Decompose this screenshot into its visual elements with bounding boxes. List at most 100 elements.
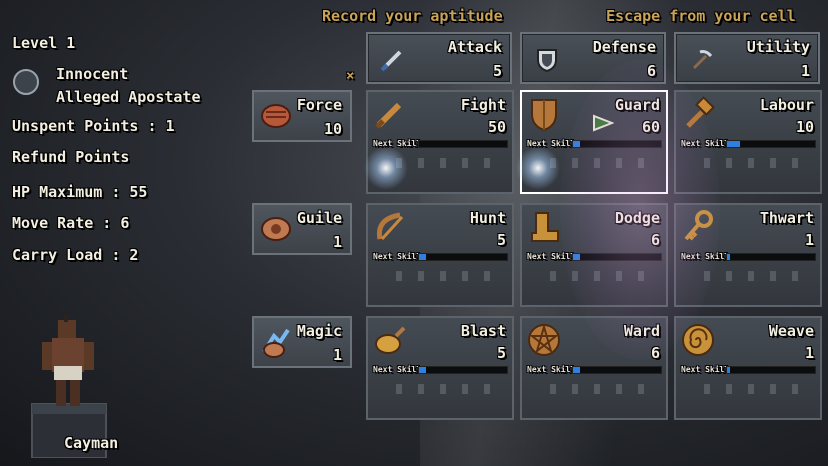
attribute-guile[interactable]: Guile 1	[252, 203, 352, 255]
level-label: Level 1	[12, 34, 76, 52]
attribute-label: Magic	[296, 322, 342, 340]
boot-icon	[526, 209, 560, 243]
next-skill-progress-bar	[726, 366, 816, 374]
progress-fill	[727, 254, 730, 260]
next-skill-label: Next Skill	[527, 365, 576, 374]
skill-fight[interactable]: Fight 50 Next Skill	[366, 90, 514, 194]
sword-icon	[376, 42, 410, 76]
pentagram-icon	[526, 322, 560, 356]
slot-studs	[694, 271, 806, 281]
category-value: 1	[800, 62, 810, 80]
progress-fill	[573, 141, 581, 147]
skill-value: 6	[650, 344, 660, 362]
skill-ward[interactable]: Ward 6 Next Skill	[520, 316, 668, 420]
category-utility[interactable]: Utility 1	[674, 32, 820, 84]
progress-fill	[573, 254, 581, 260]
skill-value: 5	[496, 344, 506, 362]
progress-fill	[419, 367, 427, 373]
skill-value: 1	[804, 344, 814, 362]
category-value: 5	[492, 62, 502, 80]
attribute-force[interactable]: Force 10	[252, 90, 352, 142]
next-skill-label: Next Skill	[681, 139, 730, 148]
hp-maximum: HP Maximum : 55	[12, 183, 148, 201]
progress-fill	[573, 367, 581, 373]
skill-value: 60	[641, 118, 660, 136]
progress-fill	[727, 141, 741, 147]
attribute-value: 1	[332, 233, 342, 251]
category-label: Utility	[746, 38, 810, 56]
next-skill-progress-bar	[572, 366, 662, 374]
next-skill-progress-bar	[726, 140, 816, 148]
wooden-shield-icon	[526, 96, 560, 132]
refund-points-button[interactable]: Refund Points	[12, 148, 129, 166]
hammer-icon	[680, 96, 715, 130]
fist-icon	[258, 98, 292, 132]
progress-fill	[727, 367, 730, 373]
category-label: Attack	[447, 38, 502, 56]
skill-guard[interactable]: Guard 60 Next Skill	[520, 90, 668, 194]
next-skill-progress-bar	[418, 366, 508, 374]
cursor-icon	[592, 114, 615, 136]
skill-dodge[interactable]: Dodge 6 Next Skill	[520, 203, 668, 307]
next-skill-progress-bar	[418, 140, 508, 148]
slot-studs	[386, 158, 498, 168]
unspent-points: Unspent Points : 1	[12, 117, 175, 135]
category-attack[interactable]: Attack 5	[366, 32, 512, 84]
next-skill-progress-bar	[726, 253, 816, 261]
skill-label: Dodge	[614, 209, 660, 227]
skill-hunt[interactable]: Hunt 5 Next Skill	[366, 203, 514, 307]
progress-fill	[419, 254, 427, 260]
next-skill-label: Next Skill	[373, 139, 422, 148]
slot-studs	[386, 384, 498, 394]
pickaxe-icon	[684, 42, 718, 76]
slot-studs	[386, 271, 498, 281]
skill-value: 6	[650, 231, 660, 249]
next-skill-label: Next Skill	[681, 365, 730, 374]
category-defense[interactable]: Defense 6	[520, 32, 666, 84]
next-skill-label: Next Skill	[373, 365, 422, 374]
moon-icon	[12, 68, 40, 96]
skill-value: 1	[804, 231, 814, 249]
category-value: 6	[646, 62, 656, 80]
bow-icon	[372, 209, 406, 243]
next-skill-label: Next Skill	[527, 139, 576, 148]
skill-label: Fight	[460, 96, 506, 114]
bomb-icon	[372, 322, 406, 356]
carry-load: Carry Load : 2	[12, 246, 139, 264]
slot-studs	[694, 158, 806, 168]
attribute-magic[interactable]: Magic 1	[252, 316, 352, 368]
skill-blast[interactable]: Blast 5 Next Skill	[366, 316, 514, 420]
next-skill-label: Next Skill	[681, 252, 730, 261]
skill-thwart[interactable]: Thwart 1 Next Skill	[674, 203, 822, 307]
next-skill-label: Next Skill	[373, 252, 422, 261]
skill-value: 10	[795, 118, 814, 136]
header-record-aptitude: Record your aptitude	[322, 7, 503, 25]
character-name: Cayman	[64, 434, 119, 452]
move-rate: Move Rate : 6	[12, 214, 130, 232]
attribute-value: 10	[323, 120, 342, 138]
attribute-label: Force	[296, 96, 342, 114]
hand-icon	[258, 211, 292, 245]
close-icon[interactable]: ×	[346, 68, 354, 84]
next-skill-label: Next Skill	[527, 252, 576, 261]
slot-studs	[540, 158, 652, 168]
slot-studs	[694, 384, 806, 394]
header-escape-cell: Escape from your cell	[606, 7, 796, 25]
attribute-label: Guile	[296, 209, 342, 227]
shield-icon	[530, 42, 564, 76]
slot-studs	[540, 384, 652, 394]
skill-label: Thwart	[759, 209, 814, 227]
skill-labour[interactable]: Labour 10 Next Skill	[674, 90, 822, 194]
crime-status: Innocent	[56, 65, 129, 83]
crime-accusation: Alleged Apostate	[56, 88, 201, 106]
category-label: Defense	[592, 38, 656, 56]
next-skill-progress-bar	[418, 253, 508, 261]
skill-label: Blast	[460, 322, 506, 340]
skill-label: Weave	[768, 322, 814, 340]
sword-icon	[372, 96, 406, 130]
attribute-value: 1	[332, 346, 342, 364]
skill-weave[interactable]: Weave 1 Next Skill	[674, 316, 822, 420]
magic-hand-icon	[258, 324, 292, 358]
next-skill-progress-bar	[572, 140, 662, 148]
skill-value: 50	[487, 118, 506, 136]
